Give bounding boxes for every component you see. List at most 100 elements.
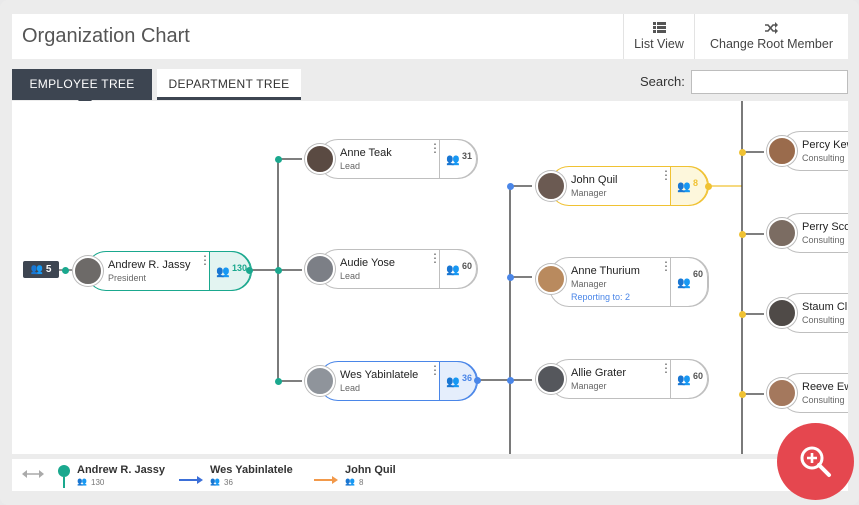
org-tree-canvas[interactable]: 👥 5 Andrew R. Jassy President ⋮ 👥 130 An… (12, 101, 848, 454)
people-icon: 👥 (30, 264, 44, 275)
node-name: Andrew R. Jassy (108, 259, 191, 271)
connector-dot (739, 311, 746, 318)
node-name: John Quil (571, 174, 618, 186)
node-role: Consulting (802, 235, 845, 245)
team-count-box[interactable]: 👥 8 (670, 166, 708, 206)
header-bar: Organization Chart List View Change Root… (12, 14, 848, 59)
connector-dot (275, 378, 282, 385)
avatar (73, 256, 103, 286)
list-view-button[interactable]: List View (623, 14, 694, 59)
avatar (767, 298, 797, 328)
team-count: 8 (693, 178, 699, 188)
team-count: 36 (462, 373, 473, 383)
people-icon: 👥 (77, 477, 87, 486)
arrow-right-icon (314, 471, 338, 489)
team-count-box[interactable]: 👥 60 (439, 249, 477, 289)
connector-dot (62, 267, 69, 274)
team-count-box[interactable]: 👥 60 (670, 257, 708, 307)
kebab-icon[interactable]: ⋮ (660, 260, 672, 272)
list-icon (624, 22, 694, 34)
node-name: Audie Yose (340, 257, 396, 269)
team-count-box[interactable]: 👥 36 (439, 361, 477, 401)
node-andrew-jassy[interactable]: Andrew R. Jassy President ⋮ 👥 130 (73, 251, 252, 291)
people-icon: 👥 (345, 477, 355, 486)
team-count-box[interactable]: 👥 60 (670, 359, 708, 399)
connector-dot (275, 267, 282, 274)
legend-count: 130 (91, 478, 105, 487)
connector-dot (739, 149, 746, 156)
connector-dot (474, 377, 481, 384)
tab-employee-tree[interactable]: EMPLOYEE TREE (12, 69, 152, 100)
root-members-badge[interactable]: 👥 5 (23, 261, 59, 278)
node-perry-scop[interactable]: Perry Scop Consulting (767, 213, 848, 253)
team-count-box[interactable]: 👥 130 (209, 251, 251, 291)
kebab-icon[interactable]: ⋮ (660, 362, 672, 374)
node-john-quil[interactable]: John Quil Manager ⋮ 👥 8 (536, 166, 709, 206)
node-wes-yabinlatele[interactable]: Wes Yabinlatele Lead ⋮ 👥 36 (305, 361, 478, 401)
team-count: 130 (232, 263, 248, 273)
people-icon: 👥 (446, 376, 460, 388)
team-count-box[interactable]: 👥 31 (439, 139, 477, 179)
node-name: Reeve Ewe (802, 381, 848, 393)
kebab-icon[interactable]: ⋮ (429, 252, 441, 264)
page-title: Organization Chart (22, 25, 190, 47)
kebab-icon[interactable]: ⋮ (429, 364, 441, 376)
node-role: Manager (571, 279, 607, 289)
reporting-to-link[interactable]: Reporting to: 2 (571, 292, 630, 302)
node-name: Percy Kew (802, 139, 848, 151)
avatar (767, 136, 797, 166)
legend-count: 36 (224, 478, 233, 487)
connector-dot (507, 183, 514, 190)
search-input[interactable] (691, 70, 848, 94)
kebab-icon[interactable]: ⋮ (429, 142, 441, 154)
node-role: Manager (571, 381, 607, 391)
connector-dot (739, 391, 746, 398)
node-anne-thurium[interactable]: Anne Thurium Manager Reporting to: 2 ⋮ 👥… (536, 257, 709, 307)
arrow-right-icon (179, 471, 203, 489)
people-icon: 👥 (677, 374, 691, 386)
path-legend: Andrew R. Jassy 130 👥 Wes Yabinlatele 36… (12, 459, 848, 491)
node-role: Lead (340, 161, 361, 171)
node-role: Consulting (802, 315, 845, 325)
people-icon: 👥 (677, 181, 691, 193)
node-allie-grater[interactable]: Allie Grater Manager ⋮ 👥 60 (536, 359, 709, 399)
node-percy-kew[interactable]: Percy Kew Consulting (767, 131, 848, 171)
node-name: Anne Thurium (571, 265, 640, 277)
legend-name[interactable]: John Quil (345, 464, 396, 476)
avatar (767, 218, 797, 248)
avatar (305, 366, 335, 396)
node-audie-yose[interactable]: Audie Yose Lead ⋮ 👥 60 (305, 249, 478, 289)
legend-count: 8 (359, 478, 364, 487)
node-role: Consulting (802, 153, 845, 163)
people-icon: 👥 (677, 277, 691, 289)
avatar (767, 378, 797, 408)
zoom-in-button[interactable] (777, 423, 854, 500)
legend-name[interactable]: Wes Yabinlatele (210, 464, 293, 476)
connector-dot (275, 156, 282, 163)
people-icon: 👥 (216, 266, 230, 278)
connector-dot (507, 274, 514, 281)
kebab-icon[interactable]: ⋮ (199, 254, 211, 266)
legend-name[interactable]: Andrew R. Jassy (77, 464, 165, 476)
kebab-icon[interactable]: ⋮ (660, 169, 672, 181)
node-name: Perry Scop (802, 221, 848, 233)
node-anne-teak[interactable]: Anne Teak Lead ⋮ 👥 31 (305, 139, 478, 179)
node-name: Anne Teak (340, 147, 392, 159)
double-arrow-icon (22, 467, 44, 485)
node-reeve-ewe[interactable]: Reeve Ewe Consulting (767, 373, 848, 413)
avatar (536, 171, 566, 201)
search-label: Search: (640, 74, 685, 89)
pin-icon (57, 464, 71, 493)
people-icon: 👥 (446, 264, 460, 276)
shuffle-icon (695, 22, 848, 34)
node-staum-cl[interactable]: Staum Cl Consulting (767, 293, 848, 333)
list-view-label: List View (634, 37, 684, 51)
avatar (305, 144, 335, 174)
node-role: Lead (340, 383, 361, 393)
change-root-member-button[interactable]: Change Root Member (694, 14, 848, 59)
avatar (305, 254, 335, 284)
connector-dot (246, 267, 253, 274)
team-count: 31 (462, 151, 473, 161)
root-members-count: 5 (45, 264, 52, 275)
tab-department-tree[interactable]: DEPARTMENT TREE (157, 69, 301, 100)
